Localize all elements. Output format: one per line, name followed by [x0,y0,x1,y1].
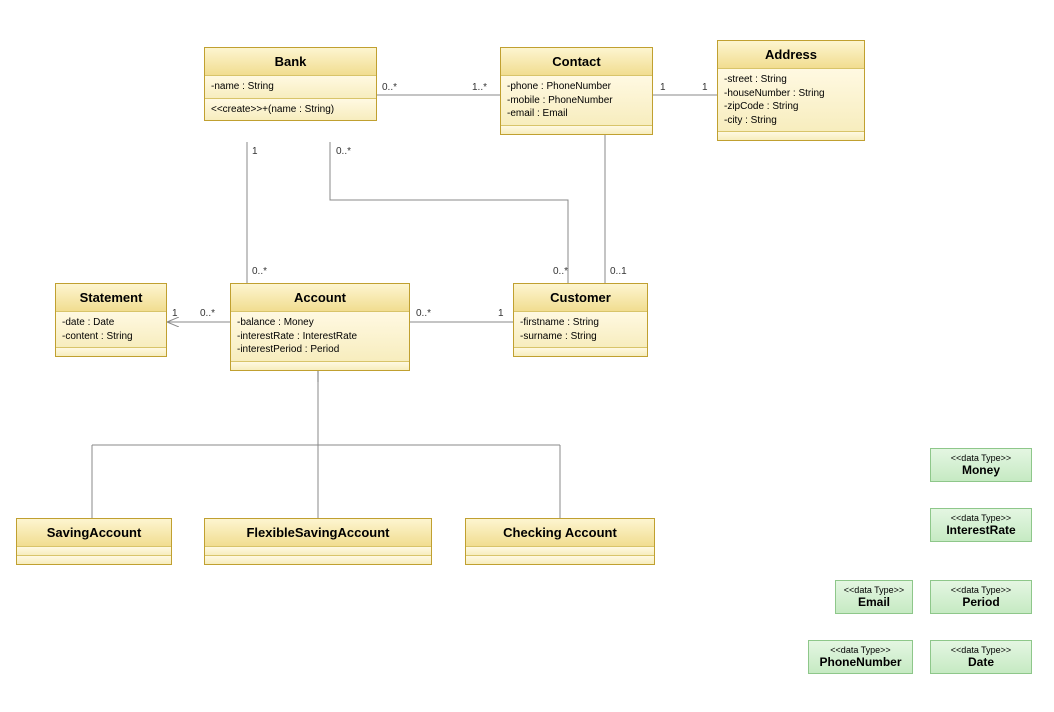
datatype-money: <<data Type>> Money [930,448,1032,482]
stereotype: <<data Type>> [937,645,1025,655]
datatype-name: Date [937,655,1025,669]
class-contact: Contact -phone : PhoneNumber -mobile : P… [500,47,653,135]
datatype-date: <<data Type>> Date [930,640,1032,674]
datatype-email: <<data Type>> Email [835,580,913,614]
op: <<create>>+(name : String) [211,103,370,117]
multiplicity: 0..1 [610,266,627,277]
class-title: FlexibleSavingAccount [205,519,431,547]
stereotype: <<data Type>> [815,645,906,655]
multiplicity: 0..* [200,308,215,319]
stereotype: <<data Type>> [842,585,906,595]
attr: -balance : Money [237,316,403,330]
class-operations [718,132,864,140]
attr: -zipCode : String [724,100,858,114]
class-savingaccount: SavingAccount [16,518,172,565]
class-attributes: -date : Date -content : String [56,312,166,348]
datatype-phonenumber: <<data Type>> PhoneNumber [808,640,913,674]
attr: -interestPeriod : Period [237,343,403,357]
multiplicity: 0..* [553,266,568,277]
class-operations: <<create>>+(name : String) [205,99,376,121]
class-attributes [205,547,431,556]
class-title: Statement [56,284,166,312]
attr: -mobile : PhoneNumber [507,94,646,108]
multiplicity: 1 [172,308,178,319]
stereotype: <<data Type>> [937,453,1025,463]
multiplicity: 1 [702,82,708,93]
multiplicity: 0..* [252,266,267,277]
stereotype: <<data Type>> [937,513,1025,523]
class-operations [501,126,652,134]
class-checkingaccount: Checking Account [465,518,655,565]
multiplicity: 1 [252,146,258,157]
class-bank: Bank -name : String <<create>>+(name : S… [204,47,377,121]
datatype-name: PhoneNumber [815,655,906,669]
class-operations [231,362,409,370]
attr: -houseNumber : String [724,87,858,101]
attr: -content : String [62,330,160,344]
class-title: Customer [514,284,647,312]
datatype-name: Period [937,595,1025,609]
class-address: Address -street : String -houseNumber : … [717,40,865,141]
class-attributes: -street : String -houseNumber : String -… [718,69,864,132]
datatype-interestrate: <<data Type>> InterestRate [930,508,1032,542]
class-title: Contact [501,48,652,76]
class-operations [17,556,171,564]
class-flexiblesavingaccount: FlexibleSavingAccount [204,518,432,565]
class-account: Account -balance : Money -interestRate :… [230,283,410,371]
attr: -firstname : String [520,316,641,330]
attr: -surname : String [520,330,641,344]
attr: -interestRate : InterestRate [237,330,403,344]
attr: -date : Date [62,316,160,330]
class-attributes [466,547,654,556]
class-customer: Customer -firstname : String -surname : … [513,283,648,357]
multiplicity: 1 [660,82,666,93]
class-attributes: -balance : Money -interestRate : Interes… [231,312,409,362]
multiplicity: 0..* [416,308,431,319]
datatype-name: Email [842,595,906,609]
datatype-name: InterestRate [937,523,1025,537]
class-statement: Statement -date : Date -content : String [55,283,167,357]
multiplicity: 0..* [336,146,351,157]
class-title: SavingAccount [17,519,171,547]
attr: -city : String [724,114,858,128]
class-operations [205,556,431,564]
class-operations [56,348,166,356]
attr: -street : String [724,73,858,87]
class-attributes [17,547,171,556]
class-title: Address [718,41,864,69]
multiplicity: 0..* [382,82,397,93]
class-attributes: -name : String [205,76,376,99]
class-title: Bank [205,48,376,76]
class-operations [514,348,647,356]
datatype-name: Money [937,463,1025,477]
attr: -name : String [211,80,370,94]
class-attributes: -phone : PhoneNumber -mobile : PhoneNumb… [501,76,652,126]
diagram-canvas: Bank -name : String <<create>>+(name : S… [0,0,1054,712]
class-operations [466,556,654,564]
class-title: Account [231,284,409,312]
stereotype: <<data Type>> [937,585,1025,595]
datatype-period: <<data Type>> Period [930,580,1032,614]
multiplicity: 1 [498,308,504,319]
class-title: Checking Account [466,519,654,547]
attr: -email : Email [507,107,646,121]
multiplicity: 1..* [472,82,487,93]
attr: -phone : PhoneNumber [507,80,646,94]
class-attributes: -firstname : String -surname : String [514,312,647,348]
